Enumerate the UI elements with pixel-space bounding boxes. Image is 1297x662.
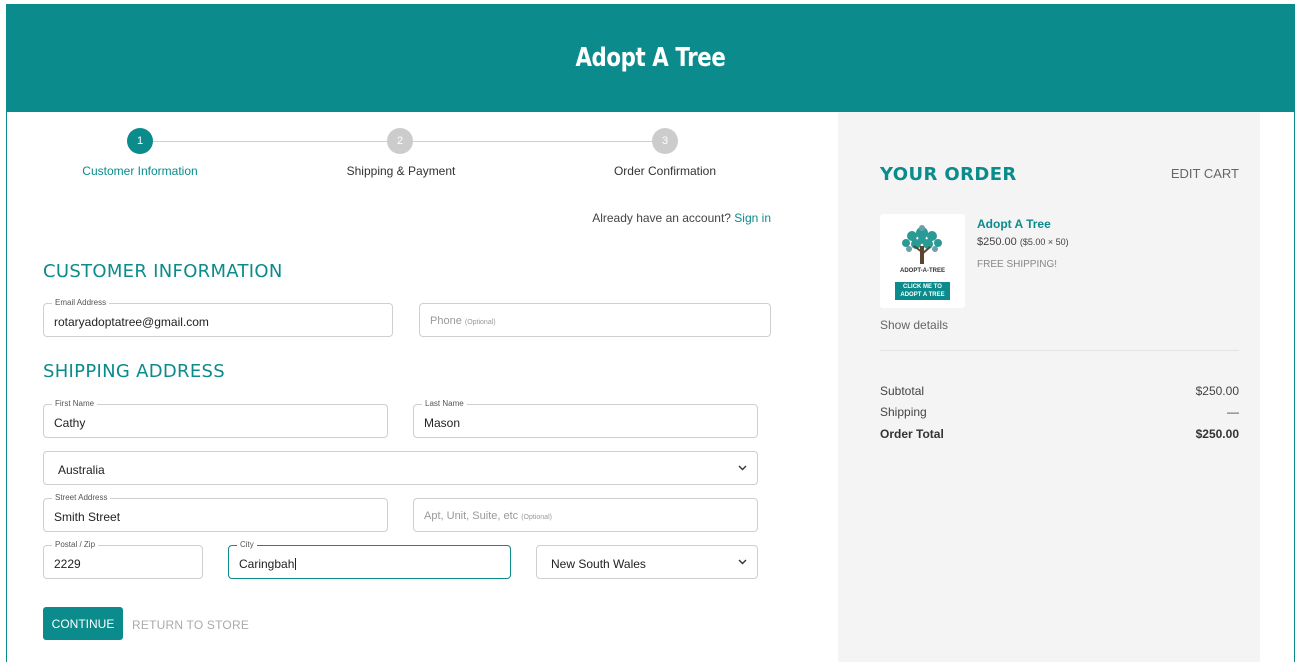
- first-name-field[interactable]: First Name Cathy: [43, 399, 388, 438]
- thumbnail-brand: ADOPT-A-TREE: [900, 268, 945, 274]
- product-thumbnail[interactable]: ADOPT-A-TREE CLICK ME TO ADOPT A TREE: [880, 214, 965, 308]
- shipping-row: Shipping —: [880, 405, 1239, 419]
- phone-placeholder: Phone (Optional): [430, 315, 496, 327]
- account-prompt: Already have an account? Sign in: [560, 211, 771, 225]
- return-to-store-link[interactable]: RETURN TO STORE: [132, 618, 249, 632]
- step-3-indicator: 3: [652, 128, 678, 154]
- show-details-link[interactable]: Show details: [880, 318, 948, 332]
- store-header: Adopt A Tree: [6, 4, 1295, 112]
- account-prompt-text: Already have an account?: [592, 211, 731, 225]
- continue-button[interactable]: CONTINUE: [43, 607, 123, 640]
- email-label: Email Address: [52, 298, 110, 308]
- subtotal-label: Subtotal: [880, 384, 925, 398]
- postal-code-value: 2229: [54, 557, 81, 571]
- last-name-field[interactable]: Last Name Mason: [413, 399, 758, 438]
- street-address-field[interactable]: Street Address Smith Street: [43, 493, 388, 532]
- tree-icon: [902, 225, 942, 264]
- phone-field[interactable]: Phone (Optional): [419, 303, 771, 337]
- step-1-label: Customer Information: [82, 164, 198, 178]
- chevron-down-icon: [738, 557, 747, 568]
- product-name[interactable]: Adopt A Tree: [977, 217, 1051, 231]
- step-2-label: Shipping & Payment: [346, 164, 456, 178]
- state-select[interactable]: New South Wales: [536, 545, 758, 579]
- chevron-down-icon: [738, 463, 747, 474]
- sign-in-link[interactable]: Sign in: [734, 211, 771, 225]
- subtotal-value: $250.00: [1195, 384, 1239, 398]
- subtotal-row: Subtotal $250.00: [880, 384, 1239, 398]
- apartment-placeholder: Apt, Unit, Suite, etc (Optional): [424, 510, 552, 522]
- shipping-label: Shipping: [880, 405, 927, 419]
- state-value: New South Wales: [551, 557, 646, 571]
- store-title: Adopt A Tree: [575, 43, 726, 73]
- free-shipping-note: FREE SHIPPING!: [977, 259, 1058, 270]
- shipping-address-heading: SHIPPING ADDRESS: [43, 361, 225, 382]
- thumbnail-cta: CLICK ME TO ADOPT A TREE: [895, 282, 950, 300]
- edit-cart-link[interactable]: EDIT CART: [1150, 166, 1239, 181]
- email-value: rotaryadoptatree@gmail.com: [54, 315, 209, 329]
- street-address-value: Smith Street: [54, 510, 121, 524]
- country-value: Australia: [58, 463, 105, 477]
- product-price: $250.00 ($5.00 × 50): [977, 236, 1069, 248]
- first-name-value: Cathy: [54, 416, 86, 430]
- email-field[interactable]: Email Address rotaryadoptatree@gmail.com: [43, 298, 393, 337]
- order-total-value: $250.00: [1195, 427, 1239, 441]
- apartment-field[interactable]: Apt, Unit, Suite, etc (Optional): [413, 498, 758, 532]
- step-connector: [400, 141, 665, 142]
- shipping-value: —: [1227, 405, 1239, 419]
- summary-divider: [880, 350, 1239, 351]
- first-name-label: First Name: [52, 399, 98, 409]
- step-connector: [140, 141, 400, 142]
- order-total-label: Order Total: [880, 427, 944, 441]
- city-label: City: [237, 540, 257, 550]
- customer-info-heading: CUSTOMER INFORMATION: [43, 261, 283, 282]
- postal-code-label: Postal / Zip: [52, 540, 99, 550]
- step-1-indicator: 1: [127, 128, 153, 154]
- city-field[interactable]: City Caringbah: [228, 540, 511, 579]
- your-order-heading: YOUR ORDER: [880, 164, 1017, 185]
- city-value: Caringbah: [239, 557, 297, 571]
- last-name-value: Mason: [424, 416, 461, 430]
- step-2-indicator: 2: [387, 128, 413, 154]
- country-select[interactable]: Australia: [43, 451, 758, 485]
- order-total-row: Order Total $250.00: [880, 427, 1239, 441]
- last-name-label: Last Name: [422, 399, 467, 409]
- postal-code-field[interactable]: Postal / Zip 2229: [43, 540, 203, 579]
- street-address-label: Street Address: [52, 493, 111, 503]
- step-3-label: Order Confirmation: [613, 164, 717, 178]
